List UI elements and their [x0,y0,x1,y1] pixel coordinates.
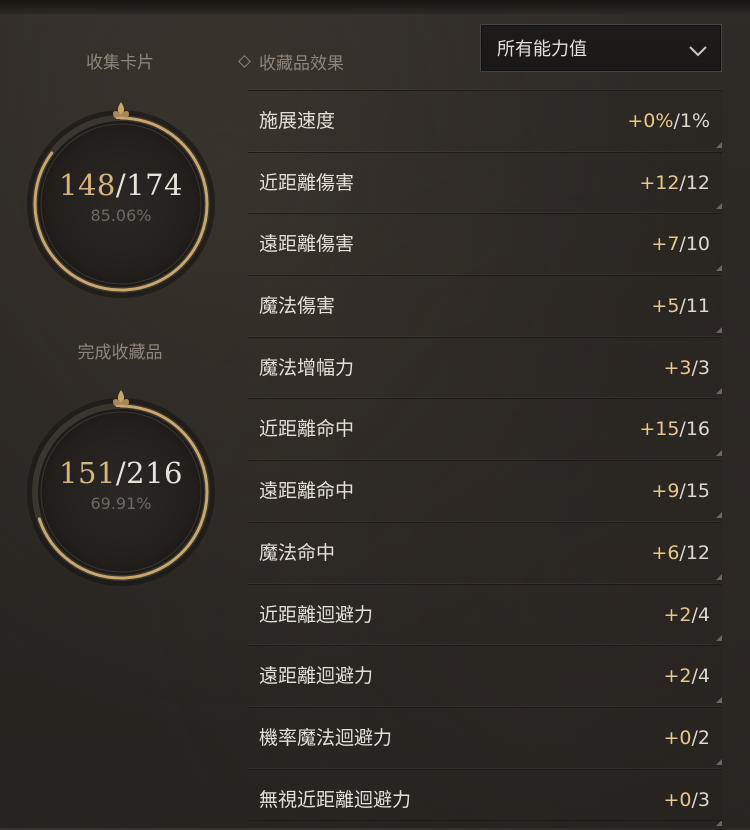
cards-total: 174 [126,167,183,202]
effect-value-current: +6 [651,541,680,564]
effect-value-max: /12 [679,541,710,564]
effect-value: +3/3 [663,338,710,398]
collections-percent: 69.91% [90,493,152,513]
corner-triangle-icon [716,450,722,457]
corner-triangle-icon [716,326,722,333]
effect-value-current: +9 [651,480,680,503]
effect-value-current: +15 [639,418,680,441]
cards-count: 148/174 [59,168,183,202]
effect-value: +15/16 [639,399,710,459]
effect-name: 魔法傷害 [259,295,336,318]
chevron-down-icon [689,42,707,57]
effect-value-max: /2 [691,726,711,749]
effect-row[interactable]: 遠距離命中 +9/15 [248,460,722,522]
collections-current: 151 [59,455,116,490]
collections-section-label: 完成收藏品 [77,343,163,363]
effects-section-header: 收藏品效果 [238,49,344,74]
effect-row[interactable]: 近距離傷害 +12/12 [248,151,722,214]
effect-value-current: +2 [663,603,692,626]
cards-current: 148 [59,167,116,202]
effect-row[interactable]: 魔法傷害 +5/11 [248,275,722,337]
effect-value: +12/12 [639,153,710,213]
effect-row[interactable]: 魔法增幅力 +3/3 [248,336,722,399]
collections-progress-ring: 151/216 69.91% [22,388,220,586]
effect-value-current: +0% [627,110,674,132]
effect-name: 遠距離傷害 [259,233,355,256]
effect-value-max: /4 [691,603,711,626]
filter-selected-value: 所有能力值 [497,39,587,60]
corner-triangle-icon [716,388,722,395]
corner-triangle-icon [716,203,722,210]
effect-value: +9/15 [651,461,710,521]
effects-list: 施展速度 +0%/1% 近距離傷害 +12/12 遠距離傷害 +7/10 魔法傷害 +5/11… [248,90,722,830]
cards-separator: / [115,167,127,202]
effect-name: 近距離傷害 [259,171,355,194]
collections-ring-readout: 151/216 69.91% [22,388,220,586]
effect-name: 機率魔法迴避力 [259,726,393,749]
effect-value-current: +12 [639,171,680,194]
list-bottom-divider [248,820,722,821]
effect-value-max: /4 [691,665,711,688]
effect-name: 遠距離命中 [259,480,355,503]
effect-value-max: /1% [673,110,710,132]
effect-value-max: /16 [679,418,710,441]
collections-total: 216 [126,455,183,490]
effect-row[interactable]: 機率魔法迴避力 +0/2 [248,706,722,769]
effects-header-label: 收藏品效果 [259,54,344,74]
effect-value-current: +3 [663,356,692,379]
collections-count: 151/216 [59,456,183,490]
corner-triangle-icon [716,511,722,518]
cards-ring-readout: 148/174 85.06% [22,100,220,298]
effect-value: +0/2 [663,708,710,768]
effect-value-current: +7 [651,233,680,256]
effect-row[interactable]: 魔法命中 +6/12 [248,521,722,584]
effect-value-max: /3 [691,788,711,811]
effect-name: 近距離命中 [259,418,355,441]
effect-value-max: /11 [679,295,710,318]
effect-value: +6/12 [651,523,710,583]
effect-value-current: +2 [663,665,692,688]
cards-progress-ring: 148/174 85.06% [22,100,220,298]
effect-value-max: /3 [691,356,711,379]
effect-value: +7/10 [651,214,710,274]
corner-triangle-icon [716,265,722,272]
corner-triangle-icon [716,758,722,765]
effect-value: +5/11 [651,276,710,336]
effect-name: 魔法命中 [259,541,336,564]
effect-value: +2/4 [663,646,710,706]
effect-value-max: /10 [679,233,710,256]
effect-value-current: +0 [663,788,692,811]
effect-value-current: +0 [663,726,692,749]
effect-name: 魔法增幅力 [259,356,355,379]
stat-filter-dropdown[interactable]: 所有能力值 [480,24,722,72]
corner-triangle-icon [716,573,722,580]
cards-section-label: 收集卡片 [86,53,154,73]
corner-triangle-icon [716,141,722,148]
effect-value-max: /15 [679,480,710,503]
effect-row[interactable]: 遠距離傷害 +7/10 [248,213,722,276]
effect-value: +0%/1% [627,91,710,151]
effect-value-max: /12 [679,171,710,194]
effect-row[interactable]: 施展速度 +0%/1% [248,90,722,152]
diamond-icon [238,55,251,68]
corner-triangle-icon [716,820,722,827]
effect-name: 施展速度 [259,110,336,132]
effect-name: 遠距離迴避力 [259,665,374,688]
cards-percent: 85.06% [90,205,152,225]
collections-separator: / [115,455,127,490]
effect-value: +2/4 [663,585,710,645]
effect-row[interactable]: 遠距離迴避力 +2/4 [248,645,722,707]
corner-triangle-icon [716,635,722,642]
effect-name: 近距離迴避力 [259,603,374,626]
collection-summary-panel: 收集卡片 148/174 85.06% 完成收藏品 151/216 69.91% [0,0,240,828]
effect-row[interactable]: 近距離命中 +15/16 [248,398,722,461]
effect-row[interactable]: 近距離迴避力 +2/4 [248,583,722,646]
effect-value-current: +5 [651,295,680,318]
corner-triangle-icon [716,696,722,703]
